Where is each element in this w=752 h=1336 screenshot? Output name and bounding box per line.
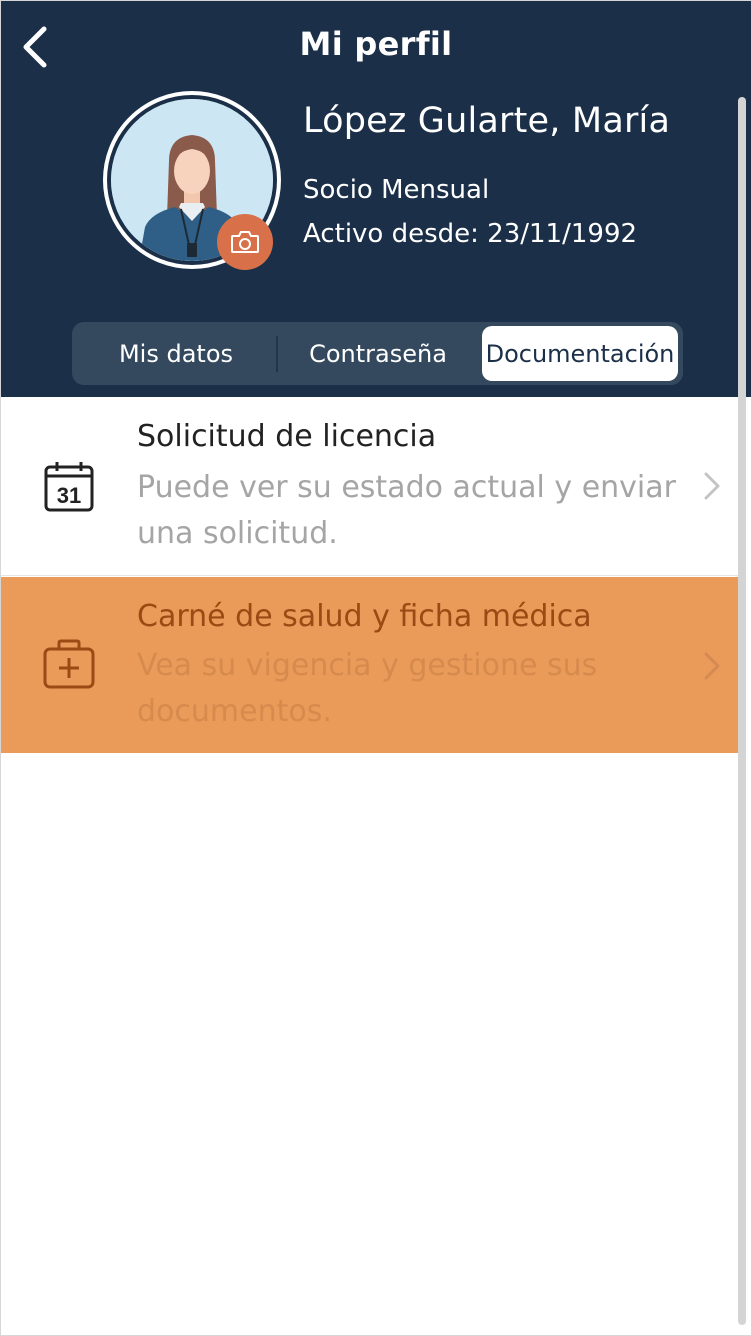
active-since: Activo desde: 23/11/1992 — [303, 219, 638, 249]
calendar-icon: 31 — [44, 462, 94, 512]
profile-segmented-control: Mis datos Contraseña Documentación — [72, 322, 683, 385]
item-description: Vea su vigencia y gestione sus documento… — [137, 648, 598, 729]
item-title: Carné de salud y ficha médica — [137, 599, 592, 634]
list-item-carne-salud[interactable]: Carné de salud y ficha médica Vea su vig… — [1, 577, 739, 753]
camera-icon — [231, 231, 259, 253]
profile-header: Mi perfil López Gularte, María Socio Men… — [1, 1, 751, 397]
chevron-right-icon — [704, 652, 720, 680]
svg-text:31: 31 — [57, 483, 81, 508]
membership-type: Socio Mensual — [303, 175, 490, 205]
medical-kit-icon — [43, 639, 95, 689]
tab-contrasena[interactable]: Contraseña — [282, 326, 474, 381]
scrollbar[interactable] — [738, 97, 746, 1325]
tab-divider — [276, 336, 278, 372]
list-item-solicitud-licencia[interactable]: 31 Solicitud de licencia Puede ver su es… — [1, 397, 739, 576]
page-title: Mi perfil — [299, 25, 453, 63]
item-description: Puede ver su estado actual y enviar una … — [137, 470, 676, 551]
item-title: Solicitud de licencia — [137, 419, 437, 454]
change-photo-button[interactable] — [217, 214, 273, 270]
tab-documentacion[interactable]: Documentación — [482, 326, 678, 381]
profile-screen: Mi perfil López Gularte, María Socio Men… — [0, 0, 752, 1336]
chevron-right-icon — [704, 472, 720, 500]
tab-mis-datos[interactable]: Mis datos — [80, 326, 272, 381]
user-name: López Gularte, María — [303, 101, 671, 141]
